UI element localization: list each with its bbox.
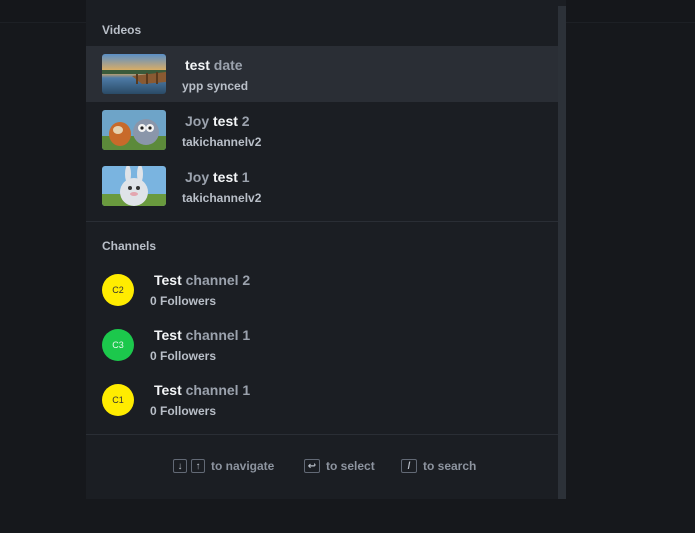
video-channel-name: takichannelv2 [182,135,262,149]
channel-title: Test channel 1 [154,382,251,398]
channel-result-item[interactable]: C3 Test channel 1 0 Followers [86,319,558,374]
arrow-up-icon: ↑ [191,459,205,473]
video-result-item[interactable]: Joy test 1 takichannelv2 [86,158,558,214]
footer-divider [86,434,558,435]
hint-navigate-label: to navigate [211,459,275,473]
channel-avatar: C2 [102,274,134,306]
enter-key-icon: ↩ [304,459,320,473]
channel-avatar: C1 [102,384,134,416]
search-results-dropdown: Videos test date ypp synced Joy test 2 t… [86,0,566,499]
keyboard-hints: ↓ ↑ to navigate ↩ to select / to search [86,436,558,499]
video-title: Joy test 2 [185,113,250,129]
hint-select: ↩ to select [304,459,375,473]
section-title-videos: Videos [102,23,142,37]
video-title: Joy test 1 [185,169,250,185]
channel-title: Test channel 1 [154,327,251,343]
hint-select-label: to select [326,459,375,473]
video-channel-name: takichannelv2 [182,191,262,205]
channel-followers: 0 Followers [150,349,217,363]
channel-result-item[interactable]: C1 Test channel 1 0 Followers [86,374,558,429]
section-title-channels: Channels [102,239,157,253]
video-result-item[interactable]: Joy test 2 takichannelv2 [86,102,558,158]
channel-followers: 0 Followers [150,294,217,308]
channel-title: Test channel 2 [154,272,251,288]
channel-followers: 0 Followers [150,404,217,418]
hint-search: / to search [401,459,476,473]
section-divider [86,221,558,222]
video-channel-name: ypp synced [182,79,249,93]
arrow-down-icon: ↓ [173,459,187,473]
hint-search-label: to search [423,459,477,473]
slash-key-icon: / [401,459,417,473]
video-result-item[interactable]: test date ypp synced [86,46,558,102]
scrollbar[interactable] [558,6,566,499]
channel-avatar: C3 [102,329,134,361]
video-thumbnail [102,54,166,94]
video-thumbnail [102,110,166,150]
channel-result-item[interactable]: C2 Test channel 2 0 Followers [86,264,558,319]
video-title: test date [185,57,243,73]
video-thumbnail [102,166,166,206]
hint-navigate: ↓ ↑ to navigate [173,459,274,473]
